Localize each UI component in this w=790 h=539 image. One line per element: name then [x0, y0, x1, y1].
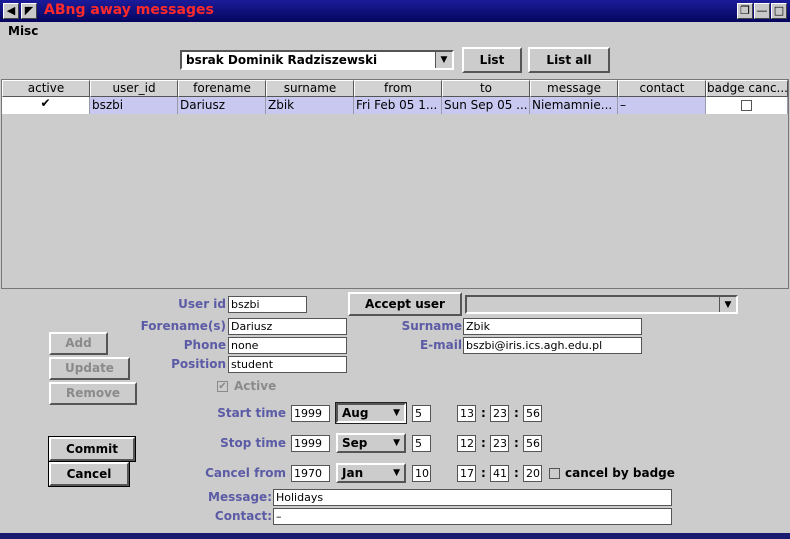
col-header-forename[interactable]: forename: [178, 80, 266, 97]
position-field[interactable]: student: [228, 356, 347, 373]
surname-label: Surname: [401, 319, 462, 333]
table-cell-to[interactable]: Sun Sep 05 ...: [442, 97, 530, 114]
contact-label: Contact:: [214, 509, 272, 523]
active-label: Active: [234, 379, 277, 393]
start-year-field[interactable]: 1999: [291, 405, 330, 422]
menubar: [0, 22, 790, 42]
user-id-field[interactable]: bszbi: [228, 296, 307, 313]
chevron-down-icon[interactable]: ▼: [435, 52, 452, 68]
table-cell-active[interactable]: ✔: [2, 97, 90, 114]
col-header-surname[interactable]: surname: [266, 80, 354, 97]
update-button[interactable]: Update: [49, 357, 130, 380]
user-select[interactable]: bsrak Dominik Radziszewski ▼: [180, 50, 454, 70]
cancel-from-label: Cancel from: [205, 466, 286, 480]
time-separator: :: [481, 436, 486, 450]
list-button[interactable]: List: [462, 47, 522, 73]
commit-button[interactable]: Commit: [48, 436, 136, 462]
minimize-icon[interactable]: —: [754, 3, 770, 19]
chevron-down-icon: ▼: [393, 468, 400, 478]
start-month-value: Aug: [342, 406, 369, 420]
col-header-user-id[interactable]: user_id: [90, 80, 178, 97]
forename-field[interactable]: Dariusz: [228, 318, 347, 335]
cancel-by-badge-checkbox[interactable]: [549, 468, 560, 479]
row-active-checkbox[interactable]: ✔: [40, 97, 51, 110]
col-header-to[interactable]: to: [442, 80, 530, 97]
bottom-border: [0, 533, 790, 539]
time-separator: :: [514, 406, 519, 420]
add-button[interactable]: Add: [49, 332, 108, 355]
accept-user-button[interactable]: Accept user: [348, 292, 462, 316]
time-separator: :: [481, 466, 486, 480]
cancel-by-badge-label: cancel by badge: [565, 466, 675, 480]
col-header-from[interactable]: from: [354, 80, 442, 97]
table-cell-from[interactable]: Fri Feb 05 1...: [354, 97, 442, 114]
stop-month-select[interactable]: Sep ▼: [336, 433, 406, 453]
cancel-hour-field[interactable]: 17: [457, 465, 476, 482]
stop-minute-field[interactable]: 23: [490, 435, 509, 452]
accept-user-select[interactable]: ▼: [465, 295, 738, 314]
start-day-field[interactable]: 5: [412, 405, 431, 422]
table-cell-message[interactable]: Niemamnie...: [530, 97, 618, 114]
stop-day-field[interactable]: 5: [412, 435, 431, 452]
window-title: ABng away messages: [44, 2, 214, 18]
email-field[interactable]: bszbi@iris.ics.agh.edu.pl: [463, 337, 642, 354]
time-separator: :: [481, 406, 486, 420]
cancel-button[interactable]: Cancel: [48, 461, 130, 487]
row-badge-cancel-checkbox[interactable]: [741, 100, 752, 111]
active-checkbox[interactable]: ✔: [217, 381, 228, 392]
chevron-down-icon: ▼: [393, 438, 400, 448]
cancel-minute-field[interactable]: 41: [490, 465, 509, 482]
stop-time-label: Stop time: [220, 436, 286, 450]
col-header-message[interactable]: message: [530, 80, 618, 97]
surname-field[interactable]: Zbik: [463, 318, 642, 335]
table-cell-forename[interactable]: Dariusz: [178, 97, 266, 114]
list-all-button[interactable]: List all: [528, 47, 610, 73]
start-hour-field[interactable]: 13: [457, 405, 476, 422]
stop-month-value: Sep: [342, 436, 368, 450]
cancel-month-value: Jan: [342, 466, 364, 480]
message-label: Message:: [208, 490, 272, 504]
forename-label: Forename(s): [140, 319, 226, 333]
time-separator: :: [514, 436, 519, 450]
time-separator: :: [514, 466, 519, 480]
cancel-year-field[interactable]: 1970: [291, 465, 330, 482]
message-field[interactable]: Holidays: [273, 489, 672, 506]
phone-label: Phone: [183, 338, 226, 352]
col-header-contact[interactable]: contact: [618, 80, 706, 97]
user-id-label: User id: [178, 297, 226, 311]
position-label: Position: [171, 357, 226, 371]
cancel-month-select[interactable]: Jan ▼: [336, 463, 406, 483]
start-second-field[interactable]: 56: [523, 405, 542, 422]
table-cell-badge-cancel[interactable]: [706, 97, 788, 114]
chevron-down-icon[interactable]: ▼: [719, 297, 736, 312]
menu-misc[interactable]: Misc: [8, 24, 38, 38]
messages-table[interactable]: active user_id forename surname from to …: [1, 79, 789, 289]
start-minute-field[interactable]: 23: [490, 405, 509, 422]
window-menu-icon[interactable]: ◀: [3, 3, 19, 19]
stop-hour-field[interactable]: 12: [457, 435, 476, 452]
restore-icon[interactable]: ❐: [737, 3, 753, 19]
start-month-select[interactable]: Aug ▼: [335, 402, 407, 424]
cancel-day-field[interactable]: 10: [412, 465, 431, 482]
table-cell-contact[interactable]: –: [618, 97, 706, 114]
cancel-second-field[interactable]: 20: [523, 465, 542, 482]
email-label: E-mail: [419, 338, 462, 352]
user-select-value: bsrak Dominik Radziszewski: [186, 53, 378, 67]
window-shade-icon[interactable]: ◤: [21, 3, 37, 19]
table-cell-surname[interactable]: Zbik: [266, 97, 354, 114]
remove-button[interactable]: Remove: [49, 382, 137, 405]
chevron-down-icon: ▼: [393, 408, 400, 418]
stop-year-field[interactable]: 1999: [291, 435, 330, 452]
stop-second-field[interactable]: 56: [523, 435, 542, 452]
start-time-label: Start time: [217, 406, 286, 420]
col-header-active[interactable]: active: [2, 80, 90, 97]
phone-field[interactable]: none: [228, 337, 347, 354]
col-header-badge-cancel[interactable]: badge canc...: [706, 80, 788, 97]
table-cell-user-id[interactable]: bszbi: [90, 97, 178, 114]
maximize-icon[interactable]: □: [771, 3, 787, 19]
contact-field[interactable]: –: [273, 508, 672, 525]
